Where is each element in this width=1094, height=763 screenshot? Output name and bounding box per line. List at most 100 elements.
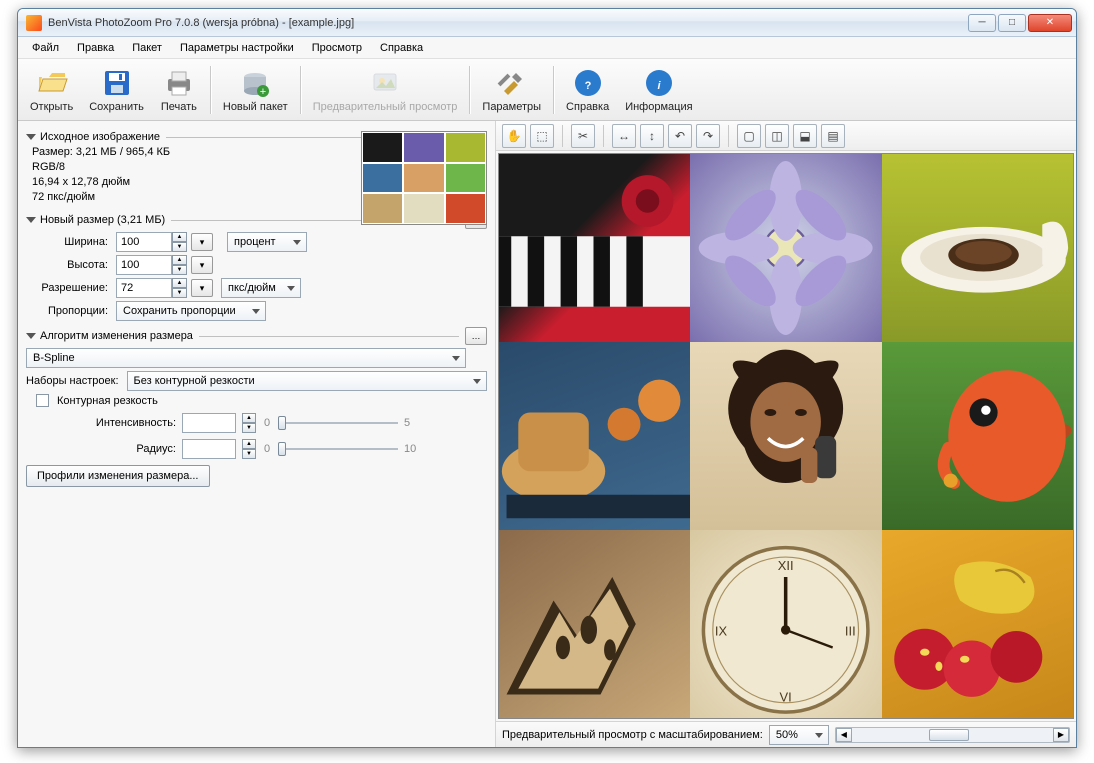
preview-cell (882, 530, 1073, 718)
horizontal-scrollbar[interactable]: ◀ ▶ (835, 727, 1070, 743)
res-unit-dropdown[interactable]: пкс/дюйм (221, 278, 301, 298)
menu-edit[interactable]: Правка (69, 39, 122, 57)
height-up[interactable]: ▲ (172, 255, 187, 265)
algo-options-button[interactable]: … (465, 327, 487, 345)
crop-tool-button[interactable]: ✂ (571, 124, 595, 148)
intensity-slider[interactable] (278, 413, 398, 433)
preview-bottombar: Предварительный просмотр с масштабирован… (496, 721, 1076, 747)
folder-open-icon (36, 67, 68, 99)
view-toolbar: ✋ ⬚ ✂ ↔ ↕ ↶ ↷ ▢ ◫ ⬓ ▤ (496, 121, 1076, 151)
aspect-dropdown[interactable]: Сохранить пропорции (116, 301, 266, 321)
select-tool-button[interactable]: ⬚ (530, 124, 554, 148)
menu-help[interactable]: Справка (372, 39, 431, 57)
new-batch-button[interactable]: + Новый пакет (215, 65, 296, 115)
svg-text:IX: IX (715, 624, 728, 639)
svg-text:+: + (260, 86, 266, 98)
scroll-right-button[interactable]: ▶ (1053, 728, 1069, 742)
res-link-button[interactable]: ▾ (191, 279, 213, 297)
width-up[interactable]: ▲ (172, 232, 187, 242)
zoom-dropdown[interactable]: 50% (769, 725, 829, 745)
scroll-left-button[interactable]: ◀ (836, 728, 852, 742)
help-icon: ? (572, 67, 604, 99)
width-down[interactable]: ▼ (172, 242, 187, 252)
height-label: Высота: (26, 259, 112, 271)
window-title: BenVista PhotoZoom Pro 7.0.8 (wersja pró… (48, 17, 968, 29)
menu-file[interactable]: Файл (24, 39, 67, 57)
help-button[interactable]: ? Справка (558, 65, 617, 115)
flip-h-button[interactable]: ↔ (612, 124, 636, 148)
svg-text:?: ? (584, 80, 591, 92)
view-single-button[interactable]: ▢ (737, 124, 761, 148)
scroll-thumb[interactable] (929, 729, 969, 741)
presets-dropdown[interactable]: Без контурной резкости (127, 371, 487, 391)
menu-view[interactable]: Просмотр (304, 39, 370, 57)
view-grid-button[interactable]: ▤ (821, 124, 845, 148)
collapse-icon (26, 217, 36, 223)
view-split-h-button[interactable]: ◫ (765, 124, 789, 148)
res-up[interactable]: ▲ (172, 278, 187, 288)
minimize-button[interactable]: ─ (968, 14, 996, 32)
view-split-v-button[interactable]: ⬓ (793, 124, 817, 148)
radius-up[interactable]: ▲ (242, 439, 256, 449)
rotate-cw-button[interactable]: ↷ (696, 124, 720, 148)
print-icon (163, 67, 195, 99)
intensity-label: Интенсивность: (26, 417, 176, 429)
presets-label: Наборы настроек: (26, 375, 123, 387)
menubar: Файл Правка Пакет Параметры настройки Пр… (18, 37, 1076, 59)
preview-cell (499, 342, 690, 530)
aspect-label: Пропорции: (26, 305, 112, 317)
width-link-button[interactable]: ▾ (191, 233, 213, 251)
info-button[interactable]: i Информация (617, 65, 700, 115)
preview-button[interactable]: Предварительный просмотр (305, 65, 466, 115)
info-icon: i (643, 67, 675, 99)
res-input[interactable] (116, 278, 172, 298)
save-button[interactable]: Сохранить (81, 65, 152, 115)
width-input[interactable] (116, 232, 172, 252)
unsharp-checkbox[interactable] (36, 394, 49, 407)
menu-settings[interactable]: Параметры настройки (172, 39, 302, 57)
svg-text:VI: VI (780, 690, 792, 705)
intensity-up[interactable]: ▲ (242, 413, 256, 423)
resize-profiles-button[interactable]: Профили изменения размера... (26, 465, 210, 487)
rotate-ccw-button[interactable]: ↶ (668, 124, 692, 148)
width-label: Ширина: (26, 236, 112, 248)
radius-label: Радиус: (26, 443, 176, 455)
source-thumbnail[interactable] (361, 131, 487, 225)
preview-cell (499, 530, 690, 718)
batch-icon: + (239, 67, 271, 99)
close-button[interactable]: ✕ (1028, 14, 1072, 32)
unit-dropdown[interactable]: процент (227, 232, 307, 252)
preview-cell (499, 154, 690, 342)
flip-v-button[interactable]: ↕ (640, 124, 664, 148)
preview-icon (369, 67, 401, 99)
radius-slider[interactable] (278, 439, 398, 459)
app-icon (26, 15, 42, 31)
radius-down[interactable]: ▼ (242, 449, 256, 459)
open-button[interactable]: Открыть (22, 65, 81, 115)
save-icon (101, 67, 133, 99)
height-link-button[interactable]: ▾ (191, 256, 213, 274)
intensity-down[interactable]: ▼ (242, 423, 256, 433)
zoom-label: Предварительный просмотр с масштабирован… (502, 729, 763, 741)
collapse-icon (26, 134, 36, 140)
res-down[interactable]: ▼ (172, 288, 187, 298)
unsharp-label: Контурная резкость (57, 395, 158, 407)
preview-cell (690, 154, 881, 342)
intensity-input[interactable] (182, 413, 236, 433)
res-label: Разрешение: (26, 282, 112, 294)
svg-text:XII: XII (778, 558, 794, 573)
pan-tool-button[interactable]: ✋ (502, 124, 526, 148)
preview-cell (882, 342, 1073, 530)
preview-cell (882, 154, 1073, 342)
height-down[interactable]: ▼ (172, 265, 187, 275)
maximize-button[interactable]: □ (998, 14, 1026, 32)
params-button[interactable]: Параметры (474, 65, 549, 115)
preview-area[interactable]: XIIIIIVIIX (498, 153, 1074, 719)
menu-batch[interactable]: Пакет (124, 39, 170, 57)
method-dropdown[interactable]: B-Spline (26, 348, 466, 368)
preview-cell (690, 342, 881, 530)
radius-input[interactable] (182, 439, 236, 459)
algo-section-head[interactable]: Алгоритм изменения размера … (26, 327, 487, 345)
print-button[interactable]: Печать (152, 65, 206, 115)
height-input[interactable] (116, 255, 172, 275)
